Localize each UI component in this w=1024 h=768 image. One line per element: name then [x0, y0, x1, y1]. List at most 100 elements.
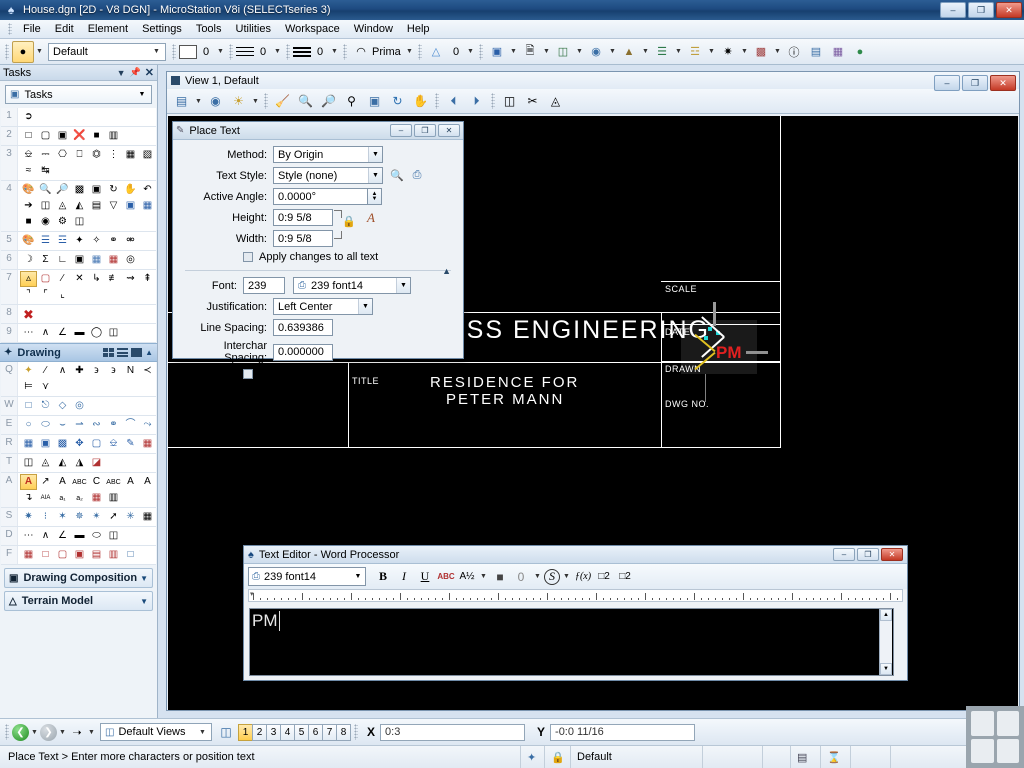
snap-icon[interactable]: ◎ — [122, 252, 139, 268]
zoom-out-icon[interactable]: 🔎 — [54, 182, 71, 198]
dimension-angle-icon[interactable]: ∧ — [37, 325, 54, 341]
view-button-6[interactable]: 6 — [308, 723, 323, 741]
view-minimize-button[interactable]: – — [934, 75, 960, 91]
apply-style-icon[interactable]: ⎙ — [409, 168, 425, 184]
lock-icon[interactable]: 🔒 — [342, 215, 356, 228]
task-selector-combo[interactable]: ▣ Tasks ▼ — [5, 85, 152, 104]
display-style-icon[interactable]: ▣ — [122, 198, 139, 214]
detail-view-icon[interactable] — [131, 348, 143, 357]
update-view-icon[interactable]: 🧹 — [271, 91, 294, 112]
new-file-dropdown[interactable]: ▼ — [541, 42, 552, 62]
display-attributes-icon[interactable]: ↴ — [20, 490, 37, 506]
measure-distance-icon[interactable]: ☽ — [20, 252, 37, 268]
pin-icon[interactable]: 📌 — [130, 67, 141, 78]
list-view-icon[interactable] — [117, 348, 129, 357]
cell-group-icon[interactable]: ⁝ — [37, 509, 54, 525]
underline-button[interactable]: U — [415, 567, 435, 587]
editor-close-button[interactable]: ✕ — [881, 548, 903, 561]
pattern-delete-icon[interactable]: ▢ — [88, 436, 105, 452]
fence-drop-icon[interactable]: ▥ — [105, 128, 122, 144]
view-previous-icon[interactable]: ↶ — [139, 182, 156, 198]
match-pattern-icon[interactable]: ✎ — [122, 436, 139, 452]
level-manager-dropdown[interactable]: ▼ — [673, 42, 684, 62]
level-symbology-icon[interactable]: ● — [12, 40, 34, 63]
place-helix-icon[interactable]: ⚭ — [105, 417, 122, 433]
menu-workspace[interactable]: Workspace — [278, 21, 347, 37]
active-angle-spinner[interactable]: ▲ ▼ — [368, 188, 382, 205]
measure-angle-icon[interactable]: ∟ — [54, 252, 71, 268]
delete-part-icon[interactable]: ▢ — [37, 271, 54, 287]
back-arrow-icon[interactable]: ❮ — [12, 723, 29, 741]
view-next-icon[interactable]: ➔ — [20, 198, 37, 214]
place-circle-icon[interactable]: ○ — [20, 417, 37, 433]
interchar-input[interactable]: 0.000000 — [273, 343, 333, 361]
dimension-ordinate-icon[interactable]: ⬭ — [88, 528, 105, 544]
zoom-in-icon[interactable]: 🔍 — [37, 182, 54, 198]
editor-restore-button[interactable]: ❐ — [857, 548, 879, 561]
dimension-angle-icon[interactable]: ∧ — [37, 528, 54, 544]
grid-view-icon[interactable] — [103, 348, 115, 357]
width-input[interactable]: 0:9 5/8 — [273, 230, 333, 247]
adjust-brightness-icon[interactable]: ☀ — [227, 91, 250, 112]
paintbrush-icon[interactable]: 🎨 — [20, 182, 37, 198]
text-upper-icon[interactable]: AIA — [37, 490, 54, 506]
plan-callout-icon[interactable]: ▣ — [71, 547, 88, 563]
arrow-select-icon[interactable]: ➲ — [20, 109, 37, 125]
camera-icon[interactable]: ◉ — [37, 214, 54, 230]
element-info-icon[interactable]: ⓘ — [783, 41, 805, 63]
views-combo-arrow[interactable]: ▼ — [196, 724, 209, 740]
place-multiline-icon[interactable]: ∧ — [54, 363, 71, 379]
italic-button[interactable]: I — [394, 567, 414, 587]
task-selector-arrow[interactable]: ▼ — [135, 91, 149, 98]
copy-view-icon[interactable]: ◫ — [498, 91, 521, 112]
fillet-icon[interactable]: ⌝ — [20, 287, 37, 303]
class-icon[interactable]: ◠ — [350, 41, 372, 63]
clip-mask-icon[interactable]: ◬ — [544, 91, 567, 112]
menu-file[interactable]: File — [16, 21, 48, 37]
cell-add-icon[interactable]: ✶ — [54, 509, 71, 525]
justification-combo[interactable]: Left Center ▼ — [273, 298, 373, 315]
interior-elevation-icon[interactable]: ▤ — [88, 547, 105, 563]
view-button-5[interactable]: 5 — [294, 723, 309, 741]
transparency-icon[interactable]: △ — [425, 41, 447, 63]
view-attributes-dropdown[interactable]: ▼ — [193, 91, 204, 111]
menu-tools[interactable]: Tools — [189, 21, 229, 37]
models-icon[interactable]: ▣ — [486, 41, 508, 63]
trim-icon[interactable]: ↳ — [88, 271, 105, 287]
text-node-lock-row[interactable]: Text Node Lock — [181, 368, 455, 380]
rotate-view-icon[interactable]: ↻ — [386, 91, 409, 112]
lineweight-dropdown[interactable]: ▼ — [329, 42, 340, 62]
chevron-down-icon[interactable]: ▼ — [140, 574, 148, 583]
extend-line-icon[interactable]: ∕ — [54, 271, 71, 287]
menu-help[interactable]: Help — [400, 21, 437, 37]
rotate-icon[interactable]: ↹ — [37, 163, 54, 179]
collapse-chevron-icon[interactable]: ▲ — [145, 348, 153, 357]
view-attributes-icon[interactable]: ⚙ — [54, 214, 71, 230]
close-icon[interactable]: ✕ — [145, 66, 154, 79]
drawing-boundary-icon[interactable]: □ — [122, 547, 139, 563]
dimension-note-icon[interactable]: ◫ — [105, 325, 122, 341]
lock-closed-icon[interactable]: 🔒 — [545, 745, 571, 768]
font-combo[interactable]: ⎙ 239 font14 ▼ — [293, 277, 411, 294]
level-display-icon[interactable]: ☲ — [684, 41, 706, 63]
dimension-angular-icon[interactable]: ∠ — [54, 528, 71, 544]
align-icon[interactable]: ▦ — [122, 147, 139, 163]
place-halfarc-icon[interactable]: ⇀ — [71, 417, 88, 433]
window-area-icon[interactable]: ▩ — [71, 182, 88, 198]
cube-icon[interactable]: ▦ — [139, 198, 156, 214]
dialog-restore-button[interactable]: ❐ — [414, 124, 436, 137]
dimension-element-icon[interactable]: ⋯ — [20, 325, 37, 341]
move-icon[interactable]: ⎓ — [37, 147, 54, 163]
justification-combo-arrow[interactable]: ▼ — [358, 299, 372, 314]
help-globe-icon[interactable]: ● — [849, 41, 871, 63]
restore-button[interactable]: ❐ — [968, 2, 994, 18]
cell-question-icon[interactable]: ✴ — [88, 509, 105, 525]
view-button-1[interactable]: 1 — [238, 723, 253, 741]
text-style-combo[interactable]: Style (none) ▼ — [273, 167, 383, 184]
point-cloud-dropdown[interactable]: ▼ — [640, 42, 651, 62]
brightness-dropdown[interactable]: ▼ — [250, 91, 261, 111]
place-point-chain-icon[interactable]: ⊨ — [20, 379, 37, 395]
edit-text-icon[interactable]: ABC — [105, 474, 122, 490]
view-display-style-icon[interactable]: ◉ — [204, 91, 227, 112]
window-area-icon[interactable]: ⚲ — [340, 91, 363, 112]
